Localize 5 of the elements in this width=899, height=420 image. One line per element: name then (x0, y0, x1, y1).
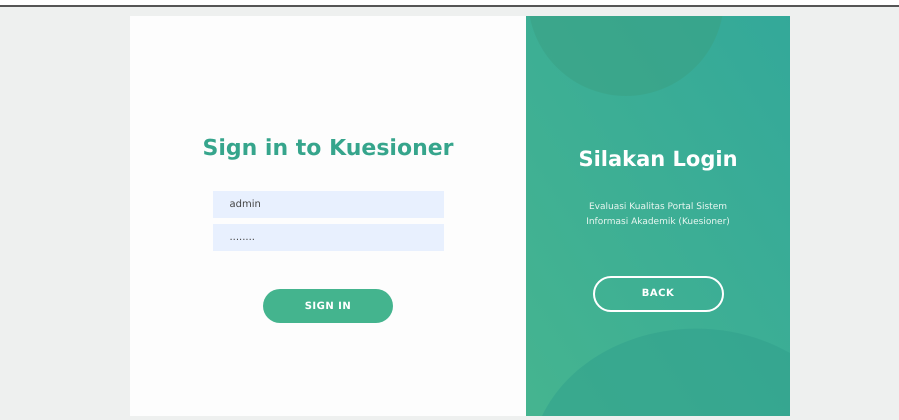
welcome-title: Silakan Login (578, 146, 738, 173)
welcome-subtitle: Evaluasi Kualitas Portal Sistem Informasi Akademik (Kuesioner) (585, 200, 731, 228)
form-title: Sign in to Kuesioner (202, 135, 454, 163)
input-field[interactable]: admin (212, 191, 444, 218)
input-field[interactable]: ........ (212, 224, 444, 251)
